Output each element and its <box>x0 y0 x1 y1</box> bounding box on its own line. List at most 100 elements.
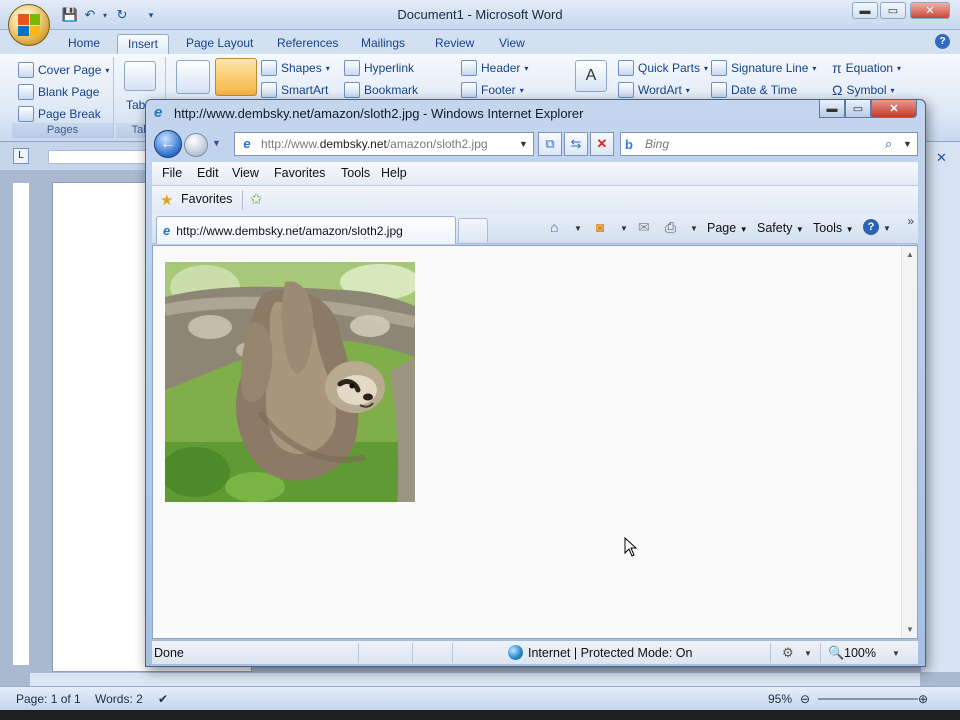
sloth-image[interactable] <box>165 262 415 502</box>
help-dropdown-icon[interactable]: ▼ <box>883 224 891 233</box>
chevron-right-icon[interactable]: » <box>907 214 914 228</box>
tab-home[interactable]: Home <box>58 34 110 54</box>
clip-art-icon[interactable] <box>215 58 257 96</box>
cover-page-button[interactable]: Cover Page ▾ <box>18 60 109 80</box>
stop-button[interactable]: ✕ <box>590 132 614 156</box>
zoom-dropdown-icon[interactable]: ▼ <box>892 649 900 658</box>
tab-page-layout[interactable]: Page Layout <box>176 34 263 54</box>
table-button-label[interactable]: Tab <box>126 95 145 115</box>
home-dropdown-icon[interactable]: ▼ <box>574 224 582 233</box>
shapes-button[interactable]: Shapes ▾ <box>261 58 330 78</box>
horizontal-ruler[interactable] <box>48 150 148 164</box>
equation-button[interactable]: π Equation ▾ <box>832 58 901 78</box>
hyperlink-button[interactable]: Hyperlink <box>344 58 414 78</box>
blank-page-button[interactable]: Blank Page <box>18 82 99 102</box>
tab-selector[interactable]: L <box>13 148 29 164</box>
menu-edit[interactable]: Edit <box>197 166 219 180</box>
zoom-level[interactable]: 95% <box>768 692 792 706</box>
address-bar[interactable]: e http://www.dembsky.net/amazon/sloth2.j… <box>234 132 534 156</box>
help-icon[interactable]: ? <box>935 34 950 49</box>
ie-minimize-button[interactable]: ▬ <box>819 100 845 118</box>
history-dropdown-icon[interactable]: ▼ <box>212 138 221 148</box>
word-count[interactable]: Words: 2 <box>95 692 143 706</box>
zoom-slider[interactable] <box>818 698 918 700</box>
vertical-ruler[interactable] <box>12 182 30 666</box>
tab-review[interactable]: Review <box>425 34 484 54</box>
feeds-icon[interactable]: ◙ <box>596 219 604 235</box>
task-pane-close-icon[interactable]: ✕ <box>936 150 947 166</box>
address-dropdown-icon[interactable]: ▼ <box>519 139 533 149</box>
text-box-icon[interactable]: A <box>575 60 607 92</box>
home-icon[interactable]: ⌂ <box>550 219 558 235</box>
menu-help[interactable]: Help <box>381 166 407 180</box>
smartart-button[interactable]: SmartArt <box>261 80 328 100</box>
new-tab-button[interactable] <box>458 218 488 242</box>
header-button[interactable]: Header ▾ <box>461 58 528 78</box>
tab-insert[interactable]: Insert <box>117 34 170 54</box>
page-break-icon <box>18 106 34 122</box>
print-dropdown-icon[interactable]: ▼ <box>690 224 698 233</box>
refresh-button[interactable]: ⇆ <box>564 132 588 156</box>
menu-tools[interactable]: Tools <box>341 166 370 180</box>
safety-menu[interactable]: Safety ▼ <box>757 221 804 235</box>
zoom-level[interactable]: 100% <box>844 646 876 660</box>
print-icon[interactable]: ⎙ <box>665 219 676 236</box>
page-break-button[interactable]: Page Break <box>18 104 101 124</box>
symbol-button[interactable]: Ω Symbol ▾ <box>832 80 895 100</box>
picture-icon[interactable] <box>176 60 210 94</box>
scroll-up-icon[interactable]: ▲ <box>902 250 918 259</box>
wordart-button[interactable]: WordArt ▾ <box>618 80 690 100</box>
mail-icon[interactable]: ✉ <box>638 219 650 236</box>
office-button[interactable] <box>8 4 50 46</box>
page-count[interactable]: Page: 1 of 1 <box>16 692 81 706</box>
favorites-button[interactable]: Favorites <box>181 192 232 206</box>
browser-tab[interactable]: e http://www.dembsky.net/amazon/sloth2.j… <box>156 216 456 244</box>
page-menu[interactable]: Page ▼ <box>707 221 748 235</box>
security-zone[interactable]: Internet | Protected Mode: On <box>528 646 692 660</box>
menu-file[interactable]: File <box>162 166 182 180</box>
search-input[interactable]: Bing <box>645 137 885 151</box>
page-menu-label: Page <box>707 221 737 235</box>
zoom-out-icon[interactable]: ⊖ <box>800 692 810 706</box>
quick-parts-label: Quick Parts <box>638 61 701 75</box>
footer-button[interactable]: Footer ▾ <box>461 80 524 100</box>
quick-parts-button[interactable]: Quick Parts ▾ <box>618 58 708 78</box>
feeds-dropdown-icon[interactable]: ▼ <box>620 224 628 233</box>
popup-dropdown-icon[interactable]: ▼ <box>804 649 812 658</box>
tools-menu[interactable]: Tools ▼ <box>813 221 854 235</box>
minimize-button[interactable]: ▬ <box>852 2 878 19</box>
table-icon[interactable] <box>124 61 156 91</box>
help-icon[interactable]: ? <box>863 219 879 235</box>
bookmark-button[interactable]: Bookmark <box>344 80 418 100</box>
ie-close-button[interactable]: ✕ <box>871 100 917 118</box>
proofing-icon[interactable]: ✔ <box>158 692 168 706</box>
maximize-button[interactable]: ▭ <box>880 2 906 19</box>
search-dropdown-icon[interactable]: ▼ <box>903 139 917 149</box>
vertical-scrollbar[interactable]: ▲ ▼ <box>901 246 917 638</box>
tab-references[interactable]: References <box>267 34 348 54</box>
popup-blocker-icon[interactable]: ⚙ <box>782 645 794 661</box>
menu-favorites[interactable]: Favorites <box>274 166 325 180</box>
signature-line-button[interactable]: Signature Line ▾ <box>711 58 816 78</box>
safety-menu-label: Safety <box>757 221 793 235</box>
tab-mailings[interactable]: Mailings <box>351 34 415 54</box>
close-button[interactable]: ✕ <box>910 2 950 19</box>
pages-group-label: Pages <box>12 123 113 138</box>
tab-view[interactable]: View <box>489 34 535 54</box>
address-input[interactable]: http://www.dembsky.net/amazon/sloth2.jpg <box>261 137 519 151</box>
ie-maximize-button[interactable]: ▭ <box>845 100 871 118</box>
scroll-down-icon[interactable]: ▼ <box>902 625 918 634</box>
search-box[interactable]: b Bing ⌕ ▼ <box>620 132 918 156</box>
compatibility-view-button[interactable]: ⧉ <box>538 132 562 156</box>
search-icon[interactable]: ⌕ <box>885 136 903 152</box>
date-time-button[interactable]: Date & Time <box>711 80 797 100</box>
menu-view[interactable]: View <box>232 166 259 180</box>
horizontal-scrollbar[interactable] <box>30 672 920 686</box>
cover-page-label: Cover Page <box>38 63 102 77</box>
forward-button[interactable] <box>184 133 208 157</box>
zoom-icon[interactable]: 🔍 <box>828 645 844 661</box>
zoom-in-icon[interactable]: ⊕ <box>918 692 928 706</box>
favorites-star-icon[interactable]: ★ <box>160 191 173 209</box>
add-to-favorites-bar-icon[interactable]: ✩ <box>250 190 263 208</box>
back-button[interactable]: ← <box>154 130 182 158</box>
